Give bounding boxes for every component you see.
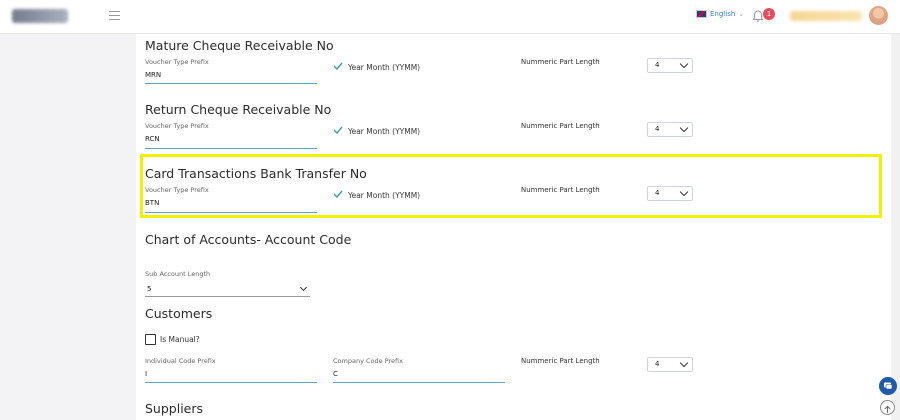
- avatar[interactable]: [869, 6, 888, 25]
- section-title-suppliers: Suppliers: [145, 401, 204, 416]
- individual-code-input[interactable]: I: [145, 370, 147, 378]
- arrow-up-icon: [884, 405, 891, 413]
- settings-card: [136, 34, 891, 420]
- year-month-label: Year Month (YYMM): [348, 63, 421, 72]
- numeric-part-select-return[interactable]: 4: [647, 122, 693, 137]
- individual-code-label: Individual Code Prefix: [145, 357, 216, 365]
- top-bar: English ⌄ 1: [0, 0, 900, 34]
- user-name[interactable]: [790, 11, 862, 21]
- prefix-input-underline: [145, 83, 317, 84]
- sub-account-label: Sub Account Length: [145, 270, 211, 278]
- chevron-down-icon: [679, 59, 689, 69]
- prefix-input-card[interactable]: BTN: [145, 199, 159, 207]
- scroll-top-button[interactable]: [880, 400, 895, 415]
- chevron-down-icon: [299, 283, 308, 292]
- menu-icon[interactable]: [109, 11, 120, 20]
- chat-icon: [884, 382, 893, 390]
- check-icon[interactable]: [333, 126, 343, 134]
- section-title-return-cheque: Return Cheque Receivable No: [145, 102, 332, 117]
- numeric-part-label: Nummeric Part Length: [521, 58, 600, 66]
- select-value: 4: [655, 61, 660, 69]
- company-code-label: Company Code Prefix: [333, 357, 403, 365]
- prefix-input-return[interactable]: RCN: [145, 135, 160, 143]
- section-title-customers: Customers: [145, 306, 213, 321]
- select-value: 4: [655, 189, 660, 197]
- company-code-input[interactable]: C: [333, 370, 338, 378]
- prefix-label: Voucher Type Prefix: [145, 58, 209, 66]
- prefix-input-mature[interactable]: MRN: [145, 71, 161, 79]
- chevron-down-icon: [679, 187, 689, 197]
- is-manual-checkbox[interactable]: [145, 334, 156, 345]
- year-month-label: Year Month (YYMM): [348, 127, 421, 136]
- chevron-down-icon: ⌄: [738, 10, 745, 18]
- chevron-down-icon: [679, 358, 689, 368]
- check-icon[interactable]: [333, 190, 343, 198]
- numeric-part-label: Nummeric Part Length: [521, 357, 600, 365]
- company-code-underline: [333, 382, 505, 383]
- numeric-part-select-card[interactable]: 4: [647, 186, 693, 201]
- section-title-chart-of-accounts: Chart of Accounts- Account Code: [145, 232, 352, 247]
- notification-badge: 1: [763, 8, 775, 20]
- scrollbar[interactable]: [892, 34, 900, 420]
- prefix-input-underline: [145, 212, 317, 213]
- numeric-part-label: Nummeric Part Length: [521, 122, 600, 130]
- prefix-input-underline: [145, 148, 317, 149]
- select-value: 5: [147, 285, 152, 293]
- language-label: English: [710, 10, 736, 18]
- prefix-label: Voucher Type Prefix: [145, 186, 209, 194]
- select-value: 4: [655, 360, 660, 368]
- numeric-part-select-customers[interactable]: 4: [647, 357, 693, 372]
- highlight-box: [140, 154, 882, 218]
- check-icon[interactable]: [333, 62, 343, 70]
- chevron-down-icon: [679, 123, 689, 133]
- sub-account-length-select[interactable]: 5: [145, 282, 310, 297]
- company-logo: [12, 9, 68, 23]
- uk-flag-icon: [696, 10, 707, 18]
- is-manual-label: Is Manual?: [160, 335, 200, 344]
- select-value: 4: [655, 125, 660, 133]
- language-selector[interactable]: English ⌄: [696, 10, 744, 18]
- section-title-card-transactions: Card Transactions Bank Transfer No: [145, 166, 367, 181]
- numeric-part-label: Nummeric Part Length: [521, 186, 600, 194]
- prefix-label: Voucher Type Prefix: [145, 122, 209, 130]
- numeric-part-select-mature[interactable]: 4: [647, 58, 693, 73]
- chat-button[interactable]: [879, 377, 897, 395]
- section-title-mature-cheque: Mature Cheque Receivable No: [145, 38, 334, 53]
- year-month-label: Year Month (YYMM): [348, 191, 421, 200]
- individual-code-underline: [145, 382, 317, 383]
